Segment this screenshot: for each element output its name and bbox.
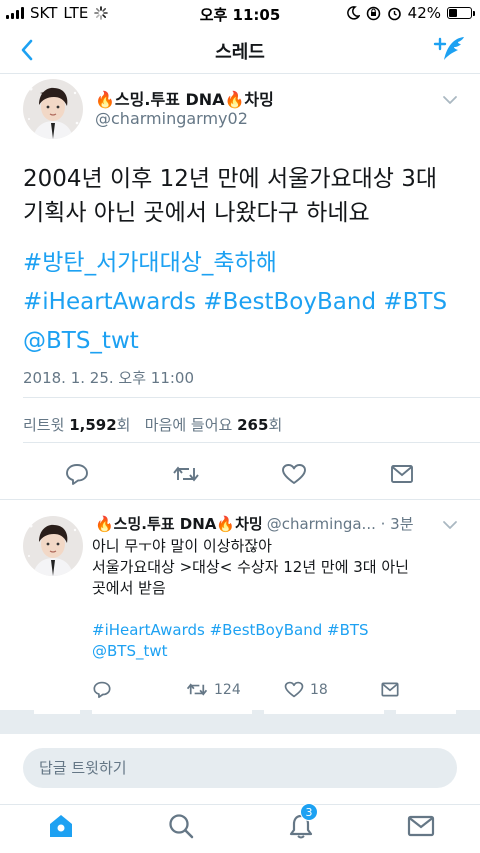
tweet-text-line: 기획사 아닌 곳에서 나왔다구 하네요: [23, 200, 370, 226]
status-bar: SKT LTE 오후 11:05 42%: [0, 0, 480, 26]
avatar[interactable]: [23, 516, 83, 576]
likes-label[interactable]: 마음에 들어요: [145, 416, 233, 434]
hashtag-link[interactable]: #iHeartAwards #BestBoyBand #BTS: [92, 621, 369, 639]
chevron-down-icon[interactable]: [442, 519, 458, 531]
display-name[interactable]: 🔥스밍.투표 DNA🔥차밍: [95, 513, 263, 534]
tweet-actions: [0, 462, 480, 492]
reply-icon: [66, 464, 88, 485]
retweet-button[interactable]: 124: [186, 680, 241, 699]
likes-unit: 회: [268, 416, 283, 434]
like-button[interactable]: 18: [284, 680, 328, 699]
heart-icon: [282, 464, 306, 484]
tweet-text-line: 2004년 이후 12년 만에 서울가요대상 3대: [23, 166, 438, 192]
moon-icon: [346, 6, 360, 20]
display-name[interactable]: 🔥스밍.투표 DNA🔥차밍: [95, 86, 274, 110]
mention-link[interactable]: @BTS_twt: [92, 642, 168, 660]
notification-badge: 3: [300, 803, 318, 821]
tweet-text: 2004년 이후 12년 만에 서울가요대상 3대 기획사 아닌 곳에서 나왔다…: [23, 162, 437, 230]
rotation-lock-icon: [366, 6, 380, 20]
reply-tweet[interactable]: 🔥스밍.투표 DNA🔥차밍 @charminga... · 3분 아니 무ㅜ야 …: [0, 500, 480, 710]
search-icon[interactable]: [166, 811, 196, 841]
battery-icon: [447, 7, 475, 19]
reply-text-line: 서울가요대상 >대상< 수상자 12년 만에 3대 아닌: [92, 558, 409, 576]
reply-text-line: 아니 무ㅜ야 말이 이상하잖아: [92, 537, 272, 555]
direct-message-button[interactable]: [380, 680, 400, 699]
retweet-icon: [186, 683, 208, 696]
divider: [23, 442, 480, 443]
retweets-label[interactable]: 리트윗: [23, 416, 64, 434]
alarm-icon: [387, 7, 401, 20]
reply-tweet-actions: 124 18: [0, 680, 480, 710]
reply-text: 아니 무ㅜ야 말이 이상하잖아 서울가요대상 >대상< 수상자 12년 만에 3…: [92, 536, 409, 662]
thread-separator: [0, 710, 480, 734]
envelope-icon: [381, 682, 399, 697]
heart-icon: [284, 681, 304, 698]
like-count: 18: [310, 681, 328, 698]
retweets-unit: 회: [116, 416, 131, 434]
chevron-down-icon[interactable]: [442, 94, 458, 106]
retweet-count: 124: [214, 681, 241, 698]
battery-percent: 42%: [407, 4, 441, 22]
notifications-tab[interactable]: 3: [286, 803, 318, 841]
home-icon[interactable]: [46, 811, 76, 841]
page-title: 스레드: [215, 42, 265, 63]
hashtag-link[interactable]: #방탄_서가대대상_축하해: [23, 250, 277, 276]
tweet-hashtags: #방탄_서가대대상_축하해 #iHeartAwards #BestBoyBand…: [23, 244, 447, 361]
tweet-timestamp[interactable]: 2018. 1. 25. 오후 11:00: [23, 367, 194, 388]
retweets-count[interactable]: 1,592: [69, 416, 116, 434]
reply-button[interactable]: [92, 680, 112, 699]
hashtag-link[interactable]: #iHeartAwards #BestBoyBand #BTS: [23, 289, 447, 315]
tweet-stats: 리트윗 1,592회 마음에 들어요 265회: [23, 414, 282, 435]
likes-count[interactable]: 265: [237, 416, 268, 434]
mention-link[interactable]: @BTS_twt: [23, 328, 139, 354]
reply-button[interactable]: [64, 462, 90, 486]
reply-icon: [93, 681, 111, 699]
main-tweet: 🔥스밍.투표 DNA🔥차밍 @charmingarmy02 2004년 이후 1…: [0, 74, 480, 500]
messages-icon[interactable]: [406, 811, 436, 841]
reply-author[interactable]: 🔥스밍.투표 DNA🔥차밍 @charminga... · 3분: [95, 513, 414, 534]
reply-input[interactable]: [23, 748, 457, 788]
user-handle[interactable]: @charmingarmy02: [95, 109, 248, 128]
direct-message-button[interactable]: [389, 462, 415, 486]
retweet-button[interactable]: [172, 462, 200, 486]
retweet-icon: [173, 466, 199, 482]
navigation-bar: 스레드: [0, 26, 480, 74]
compose-tweet-icon[interactable]: [432, 34, 466, 64]
divider: [23, 397, 480, 398]
envelope-icon: [391, 465, 413, 483]
reply-bar: [0, 734, 480, 804]
tab-bar: 3: [0, 803, 480, 853]
avatar[interactable]: [23, 79, 83, 139]
like-button[interactable]: [281, 462, 307, 486]
handle-and-time: @charminga... · 3분: [266, 515, 414, 533]
reply-text-line: 곳에서 받음: [92, 579, 166, 597]
